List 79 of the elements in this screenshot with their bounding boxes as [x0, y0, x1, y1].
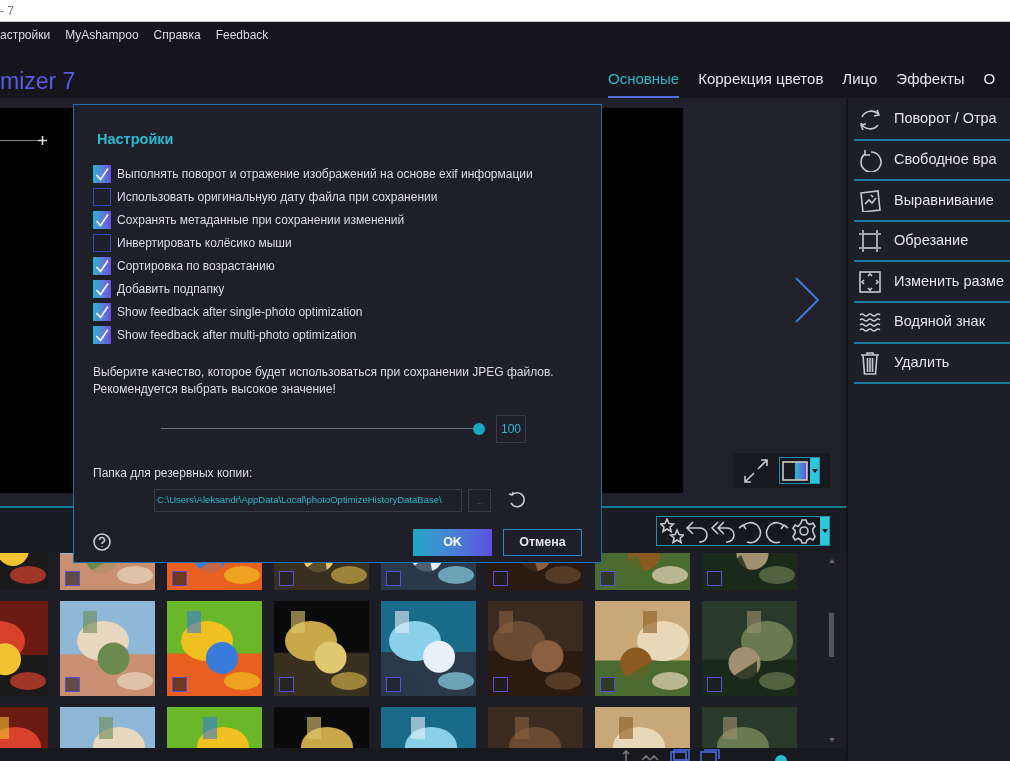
checkbox[interactable]: [93, 325, 111, 344]
thumbnail-checkbox[interactable]: [493, 571, 508, 586]
rotate-icon: [858, 107, 882, 132]
checkbox[interactable]: [93, 279, 111, 298]
resize-icon: [858, 269, 882, 294]
plus-icon[interactable]: [38, 136, 47, 145]
trash-icon: [858, 350, 882, 375]
tab[interactable]: Коррекция цветов: [698, 67, 824, 98]
ok-button[interactable]: OK: [413, 528, 492, 556]
stars-icon[interactable]: [660, 517, 684, 544]
thumbnail-checkbox[interactable]: [707, 571, 722, 586]
fullscreen-icon[interactable]: [743, 457, 769, 484]
option-label: Добавить подпапку: [117, 280, 225, 298]
split-view-button[interactable]: [779, 457, 820, 484]
checkbox[interactable]: [93, 210, 111, 229]
caret-icon[interactable]: [821, 528, 828, 533]
menu-item[interactable]: Справка: [153, 26, 201, 44]
thumbnail-checkbox[interactable]: [279, 571, 294, 586]
thumbnail-checkbox[interactable]: [172, 571, 187, 586]
caret-icon: [811, 468, 818, 473]
option-label: Использовать оригинальную дату файла при сохранении: [117, 188, 438, 206]
checkbox[interactable]: [93, 302, 111, 321]
option-label: Show feedback after single-photo optimization: [117, 303, 363, 321]
tool-item[interactable]: Поворот / Отра: [854, 100, 1010, 141]
photo-grid-icon[interactable]: [700, 749, 720, 761]
thumbnail-checkbox[interactable]: [279, 677, 294, 692]
checkbox[interactable]: [93, 164, 111, 183]
option-label: Show feedback after multi-photo optimization: [117, 326, 357, 344]
thumbnail-checkbox[interactable]: [386, 677, 401, 692]
tool-item[interactable]: Выравнивание: [854, 181, 1010, 222]
split-view-icon: [782, 460, 808, 481]
thumbnail-checkbox[interactable]: [493, 677, 508, 692]
tool-item[interactable]: Обрезание: [854, 221, 1010, 263]
help-icon[interactable]: [93, 533, 111, 552]
scroll-down-icon[interactable]: [829, 738, 835, 742]
path-field[interactable]: C:\Users\Aleksandr\AppData\Local\photoOptimizeHistoryDataBase\: [154, 488, 462, 512]
quality-slider[interactable]: [161, 422, 485, 435]
free-rotate-icon: [858, 147, 882, 172]
up-arrow-icon[interactable]: [622, 750, 630, 761]
thumbnail-checkbox[interactable]: [707, 677, 722, 692]
window-title: - 7: [0, 2, 14, 20]
cancel-button[interactable]: Отмена: [503, 528, 582, 556]
tool-item[interactable]: Водяной знак: [854, 302, 1010, 344]
checkbox[interactable]: [93, 233, 111, 252]
menu-item[interactable]: Feedback: [215, 26, 269, 44]
tab[interactable]: О: [983, 67, 996, 98]
tab[interactable]: Эффекты: [896, 67, 965, 98]
tab[interactable]: Лицо: [842, 67, 878, 98]
slider-thumb[interactable]: [473, 422, 485, 435]
menu-item[interactable]: MyAshampoo: [65, 26, 139, 44]
straighten-icon: [858, 188, 882, 213]
thumbnail-checkbox[interactable]: [65, 677, 80, 692]
stacked-photos-icon[interactable]: [670, 749, 690, 761]
quality-value-field[interactable]: 100: [496, 414, 526, 443]
menu-item[interactable]: астройки: [0, 26, 51, 44]
size-slider-thumb[interactable]: [775, 755, 787, 761]
crop-icon: [858, 229, 882, 254]
tool-item[interactable]: Удалить: [854, 343, 1010, 385]
option-label: Инвертировать колёсико мыши: [117, 234, 292, 252]
thumbnail-checkbox[interactable]: [65, 571, 80, 586]
thumbnail-checkbox[interactable]: [600, 677, 615, 692]
dialog-title: Настройки: [97, 130, 175, 149]
option-label: Сохранять метаданные при сохранении изменений: [117, 211, 405, 229]
settings-icon[interactable]: [791, 517, 817, 544]
option-label: Выполнять поворот и отражение изображений на основе exif информации: [117, 165, 533, 183]
checkbox[interactable]: [93, 187, 111, 206]
waves-icon: [858, 310, 882, 335]
tool-item[interactable]: Изменить разме: [854, 262, 1010, 303]
thumbnail-checkbox[interactable]: [386, 571, 401, 586]
scrollbar-thumb[interactable]: [829, 613, 834, 657]
scroll-up-icon[interactable]: [829, 559, 835, 563]
backup-folder-label: Папка для резервных копии:: [93, 464, 254, 482]
checkbox[interactable]: [93, 256, 111, 275]
thumbnail-checkbox[interactable]: [172, 677, 187, 692]
app-title: mizer 7: [0, 70, 77, 96]
quality-note: Выберите качество, которое будет использоваться при сохранении JPEG файлов. Рекомендуется выбрать высокое значение!: [93, 363, 555, 398]
tool-item[interactable]: Свободное вра: [854, 140, 1010, 182]
option-label: Сортировка по возрастанию: [117, 257, 275, 275]
thumbnail-checkbox[interactable]: [600, 571, 615, 586]
